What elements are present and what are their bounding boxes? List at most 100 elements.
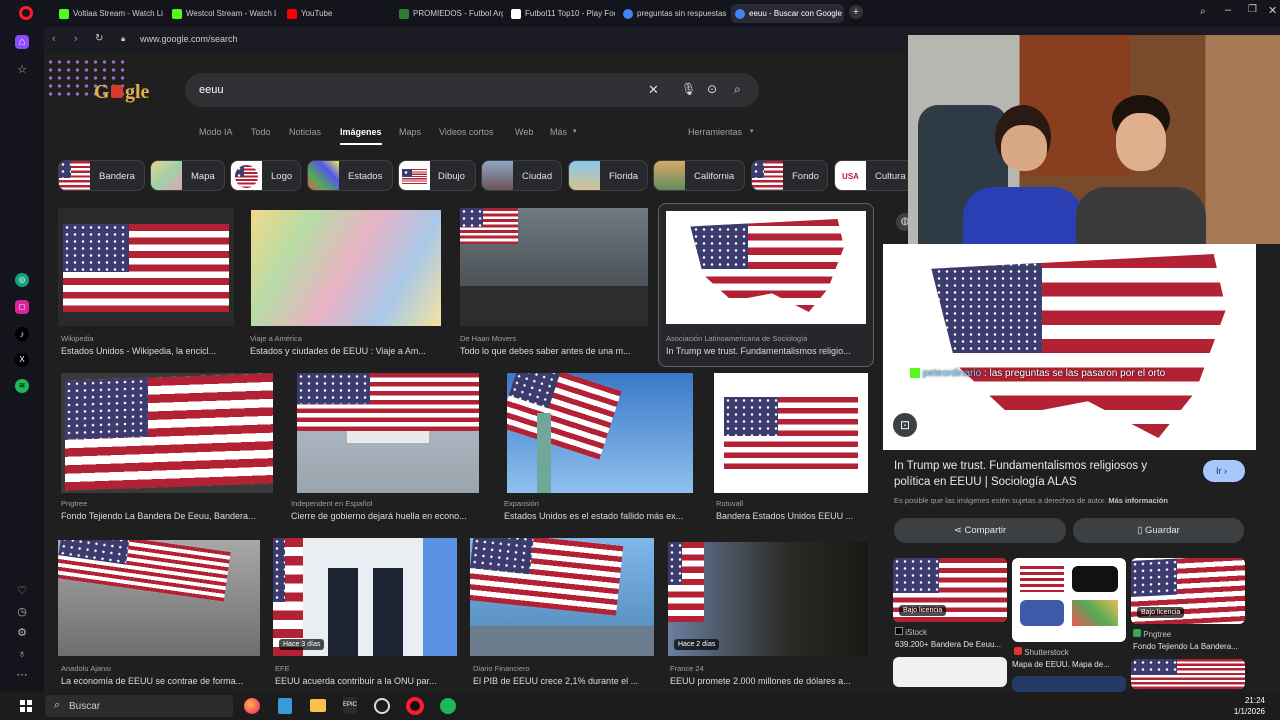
chip-dibujo[interactable]: Dibujo <box>398 160 476 191</box>
result-image[interactable] <box>460 208 648 326</box>
home-icon[interactable]: ⌂ <box>15 35 29 49</box>
search-icon[interactable]: ⌕ <box>734 82 741 97</box>
tab-modo-ia[interactable]: Modo IA <box>199 127 233 137</box>
result-image[interactable]: Hace 2 días <box>668 542 868 656</box>
epic-games-icon[interactable]: EPIC <box>343 697 357 714</box>
lens-search-icon[interactable]: ⊡ <box>893 413 917 437</box>
result-image[interactable] <box>58 540 260 656</box>
tab-promiedos[interactable]: PROMIEDOS - Futbol Arg <box>395 4 503 23</box>
firefox-icon[interactable] <box>244 698 260 714</box>
result-image[interactable] <box>714 373 868 493</box>
x-twitter-icon[interactable]: X <box>15 353 29 367</box>
reload-icon[interactable]: ↻ <box>95 33 103 44</box>
steam-icon[interactable] <box>374 698 390 714</box>
tab-westcol[interactable]: Westcol Stream - Watch L <box>168 4 276 23</box>
taskbar-search-box[interactable]: ⌕ Buscar <box>45 695 233 717</box>
microphone-icon[interactable]: 🎙︎ <box>681 82 696 96</box>
restore-icon[interactable]: ❐ <box>1248 4 1257 15</box>
tab-voltiaa[interactable]: Voltiaa Stream - Watch Li <box>55 4 163 23</box>
search-tabs-icon[interactable]: ⌕ <box>1200 6 1206 17</box>
tab-imagenes[interactable]: Imágenes <box>340 127 382 145</box>
result-image[interactable] <box>297 373 479 493</box>
result-title[interactable]: Cierre de gobierno dejará huella en econ… <box>291 511 483 521</box>
chip-fondo[interactable]: Fondo <box>751 160 828 191</box>
minimize-icon[interactable]: – <box>1225 4 1231 16</box>
related-image-3[interactable]: Bajo licencia <box>1131 558 1245 624</box>
result-title[interactable]: Estados Unidos es el estado fallido más … <box>504 511 696 521</box>
chatgpt-icon[interactable]: ◎ <box>15 273 29 287</box>
url-field[interactable]: www.google.com/search <box>140 34 238 44</box>
related-image-1[interactable]: Bajo licencia <box>893 558 1007 622</box>
tools-button[interactable]: Herramientas <box>688 127 742 137</box>
search-box[interactable]: eeuu ✕ 🎙︎ ⊙ ⌕ <box>185 73 759 107</box>
spotify-icon[interactable]: ≋ <box>15 379 29 393</box>
tab-preguntas[interactable]: preguntas sin respuestas <box>619 4 727 23</box>
share-button[interactable]: ⋖ Compartir <box>894 518 1066 543</box>
heart-icon[interactable]: ♡ <box>15 584 29 598</box>
result-image[interactable] <box>58 208 234 326</box>
result-title[interactable]: Fondo Tejiendo La Bandera De Eeuu, Bande… <box>61 511 273 521</box>
google-doodle-logo[interactable]: Ggle <box>94 79 156 103</box>
result-title[interactable]: El PIB de EEUU crece 2,1% durante el ... <box>473 676 655 686</box>
search-input[interactable]: eeuu <box>199 84 223 96</box>
result-title[interactable]: In Trump we trust. Fundamentalismos reli… <box>666 346 866 356</box>
windows-start-icon[interactable] <box>20 700 32 712</box>
save-button[interactable]: ▯ Guardar <box>1073 518 1244 543</box>
tab-web[interactable]: Web <box>515 127 533 137</box>
chip-cultura[interactable]: USA Cultura <box>834 160 914 191</box>
chip-logo[interactable]: Logo <box>230 160 301 191</box>
result-image[interactable] <box>251 210 441 326</box>
result-title[interactable]: Estados y ciudades de EEUU : Viaje a Am.… <box>250 346 442 356</box>
tab-eeuu-active[interactable]: eeuu - Buscar con Google <box>731 4 844 23</box>
tab-todo[interactable]: Todo <box>251 127 271 137</box>
opera-logo-icon[interactable] <box>19 6 33 20</box>
lens-icon[interactable]: ⊙ <box>707 82 717 96</box>
result-image[interactable]: Hace 3 días <box>273 538 457 656</box>
settings-gear-icon[interactable]: ⚙ <box>15 626 29 640</box>
bookmark-star-icon[interactable]: ☆ <box>15 63 29 77</box>
chip-california[interactable]: California <box>653 160 745 191</box>
result-title[interactable]: EEUU acuerda contribuir a la ONU par... <box>275 676 457 686</box>
related-title[interactable]: 639.200+ Bandera De Eeuu... <box>895 640 1007 649</box>
chip-bandera[interactable]: Bandera <box>58 160 145 191</box>
chip-mapa[interactable]: Mapa <box>150 160 225 191</box>
spotify-taskbar-icon[interactable] <box>440 698 456 714</box>
result-image[interactable] <box>666 211 866 324</box>
app-icon[interactable] <box>278 698 292 714</box>
chip-estados[interactable]: Estados <box>307 160 393 191</box>
chip-ciudad[interactable]: Ciudad <box>481 160 562 191</box>
chip-florida[interactable]: Florida <box>568 160 648 191</box>
tab-videos-cortos[interactable]: Videos cortos <box>439 127 493 137</box>
opera-taskbar-icon[interactable] <box>406 697 424 715</box>
tab-youtube[interactable]: YouTube <box>283 4 388 23</box>
more-info-link[interactable]: Más información <box>1108 496 1168 505</box>
result-title[interactable]: La economía de EEUU se contrae de forma.… <box>61 676 261 686</box>
result-title[interactable]: Bandera Estados Unidos EEUU ... <box>716 511 868 521</box>
result-title[interactable]: EEUU promete 2.000 millones de dólares a… <box>670 676 866 686</box>
file-explorer-icon[interactable] <box>310 699 326 712</box>
related-title[interactable]: Fondo Tejiendo La Bandera... <box>1133 642 1245 651</box>
related-image-4[interactable] <box>893 657 1007 687</box>
lightbulb-icon[interactable]: ♁ <box>15 647 29 661</box>
related-title[interactable]: Mapa de EEUU. Mapa de... <box>1012 660 1126 669</box>
tab-mas[interactable]: Más <box>550 127 567 137</box>
visit-button[interactable]: Ir › <box>1203 460 1245 482</box>
clear-icon[interactable]: ✕ <box>648 82 659 98</box>
related-image-5[interactable] <box>1012 676 1126 692</box>
preview-image[interactable] <box>883 244 1256 450</box>
result-image[interactable] <box>470 538 654 656</box>
panel-title[interactable]: In Trump we trust. Fundamentalismos reli… <box>894 458 1184 490</box>
history-icon[interactable]: ◷ <box>15 605 29 619</box>
tab-futbol11[interactable]: Futbol11 Top10 - Play Foo <box>507 4 615 23</box>
close-window-icon[interactable]: ✕ <box>1268 4 1277 17</box>
related-image-6[interactable] <box>1131 659 1245 689</box>
tiktok-icon[interactable]: ♪ <box>15 327 29 341</box>
new-tab-icon[interactable]: + <box>849 5 863 19</box>
instagram-icon[interactable]: ◻ <box>15 300 29 314</box>
result-title[interactable]: Estados Unidos - Wikipedia, la encicl... <box>61 346 233 356</box>
result-image[interactable] <box>61 373 273 493</box>
clock[interactable]: 21:24 1/1/2026 <box>1205 695 1265 717</box>
forward-icon[interactable]: › <box>74 33 78 45</box>
more-dots-icon[interactable]: ⋯ <box>15 668 29 682</box>
back-icon[interactable]: ‹ <box>52 33 56 45</box>
